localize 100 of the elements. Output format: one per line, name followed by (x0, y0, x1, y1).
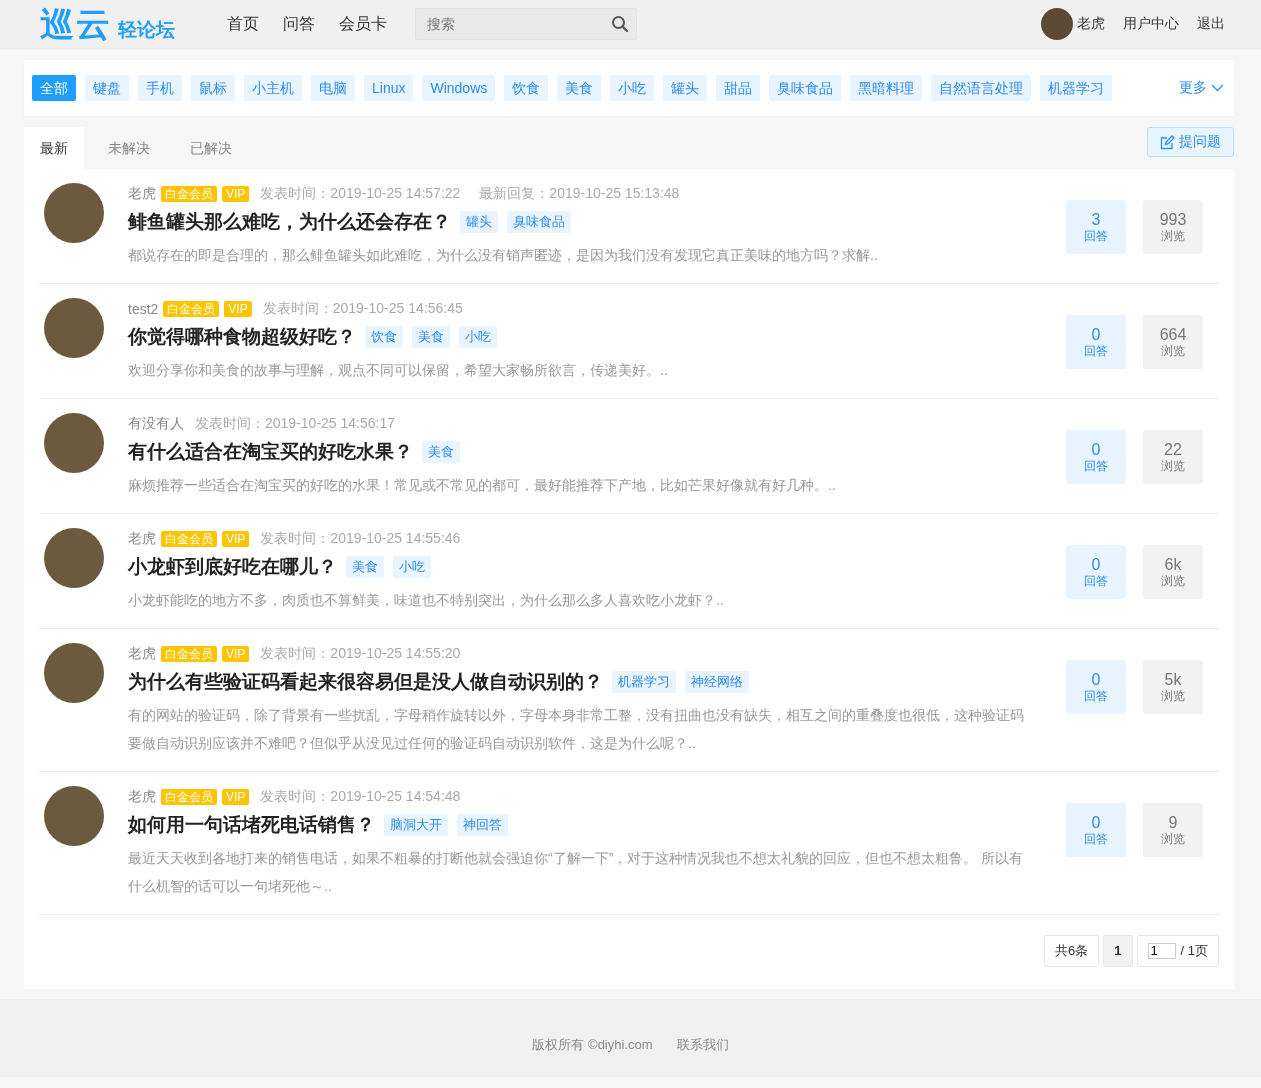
post-time: 发表时间：2019-10-25 14:57:22 (260, 185, 461, 203)
topic-tag[interactable]: 小吃 (393, 556, 431, 578)
count-number: 0 (1091, 555, 1101, 574)
question-title[interactable]: 鲱鱼罐头那么难吃，为什么还会存在？ (128, 209, 451, 235)
member-badge: VIP (222, 646, 250, 662)
question-title[interactable]: 小龙虾到底好吃在哪儿？ (128, 554, 337, 580)
page-number[interactable]: 1 (1103, 935, 1133, 967)
member-badge: VIP (222, 531, 250, 547)
question-title[interactable]: 你觉得哪种食物超级好吃？ (128, 324, 356, 350)
username-link[interactable]: 老虎 (1077, 15, 1105, 33)
topic-tag[interactable]: 神回答 (457, 814, 508, 836)
topic-tag[interactable]: 罐头 (460, 211, 498, 233)
author-link[interactable]: 老虎 (128, 185, 156, 203)
avatar[interactable] (44, 643, 104, 703)
avatar[interactable] (44, 413, 104, 473)
topic-tag[interactable]: 脑洞大开 (384, 814, 448, 836)
question-excerpt: 有的网站的验证码，除了背景有一些扰乱，字母稍作旋转以外，字母本身非常工整，没有扭曲也没有缺失，相互之间的重叠度也很低，这种验证码要做自动识别应该并不难吧？但似乎从没见过任何的验证码自动识别软件，这是为什么呢？.. (128, 706, 1025, 753)
member-badge: VIP (222, 186, 250, 202)
question-excerpt: 都说存在的即是合理的，那么鲱鱼罐头如此难吃，为什么没有销声匿迹，是因为我们没有发现它真正美味的地方吗？求解.. (128, 246, 879, 265)
ask-question-button[interactable]: 提问题 (1147, 127, 1234, 157)
author-link[interactable]: 老虎 (128, 788, 156, 806)
chevron-down-icon (1211, 84, 1224, 92)
tab[interactable]: 已解决 (174, 127, 248, 169)
avatar[interactable] (44, 298, 104, 358)
avatar[interactable] (44, 183, 104, 243)
post-time: 发表时间：2019-10-25 14:54:48 (260, 788, 461, 806)
member-badge: VIP (222, 789, 250, 805)
count-label: 回答 (1084, 688, 1108, 704)
author-link[interactable]: 有没有人 (128, 415, 184, 433)
topic-tag[interactable]: 饮食 (365, 326, 403, 348)
count-label: 浏览 (1161, 228, 1185, 244)
member-badge: VIP (224, 301, 252, 317)
question-title[interactable]: 为什么有些验证码看起来很容易但是没人做自动识别的？ (128, 669, 603, 695)
member-badge: 白金会员 (161, 646, 217, 662)
category-tag[interactable]: 键盘 (85, 75, 129, 101)
category-tag[interactable]: Linux (364, 75, 414, 101)
nav-link[interactable]: 会员卡 (339, 13, 387, 35)
logo-text: 轻论坛 (118, 18, 175, 42)
count-label: 浏览 (1161, 831, 1185, 847)
topic-tag[interactable]: 美食 (422, 441, 460, 463)
question-excerpt: 麻烦推荐一些适合在淘宝买的好吃的水果！常见或不常见的都可，最好能推荐下产地，比如芒果好像就有好几种。.. (128, 476, 837, 495)
category-tag[interactable]: 自然语言处理 (931, 75, 1032, 101)
page-input[interactable]: 1 (1147, 943, 1176, 959)
category-tag[interactable]: 饮食 (504, 75, 549, 101)
header-link[interactable]: 用户中心 (1123, 15, 1179, 33)
search-icon[interactable] (611, 15, 629, 33)
avatar[interactable] (44, 786, 104, 846)
category-tag[interactable]: 美食 (557, 75, 602, 101)
author-link[interactable]: test2 (128, 301, 159, 317)
category-tag[interactable]: 电脑 (311, 75, 355, 101)
edit-icon (1160, 134, 1175, 150)
count-label: 回答 (1084, 831, 1108, 847)
footer-link[interactable]: 联系我们 (676, 1036, 729, 1054)
category-tag[interactable]: 黑暗料理 (850, 75, 923, 101)
topic-tag[interactable]: 臭味食品 (507, 211, 571, 233)
count-number: 0 (1091, 440, 1101, 459)
tab[interactable]: 最新 (24, 127, 84, 169)
category-tag[interactable]: 鼠标 (191, 75, 235, 101)
count-number: 9 (1168, 813, 1178, 832)
post-time: 发表时间：2019-10-25 14:56:45 (262, 300, 463, 318)
author-link[interactable]: 老虎 (128, 645, 156, 663)
count-label: 回答 (1084, 458, 1108, 474)
avatar[interactable] (44, 528, 104, 588)
topic-tag[interactable]: 美食 (346, 556, 384, 578)
question-title[interactable]: 有什么适合在淘宝买的好吃水果？ (128, 439, 413, 465)
category-tag[interactable]: 机器学习 (1040, 75, 1113, 101)
logo[interactable]: 巡云 轻论坛 (40, 5, 175, 43)
topic-tag[interactable]: 机器学习 (612, 671, 676, 693)
member-badge: 白金会员 (163, 301, 220, 317)
category-tag[interactable]: 小吃 (610, 75, 655, 101)
count-label: 浏览 (1161, 573, 1185, 589)
category-tag[interactable]: 手机 (138, 75, 182, 101)
nav-link[interactable]: 首页 (227, 13, 259, 35)
footer-link[interactable]: 版权所有 ©diyhi.com (532, 1036, 653, 1054)
category-tag[interactable]: Windows (422, 75, 496, 101)
category-tag[interactable]: 甜品 (716, 75, 761, 101)
count-number: 0 (1091, 325, 1101, 344)
category-tag[interactable]: 罐头 (663, 75, 708, 101)
header-link[interactable]: 退出 (1197, 15, 1225, 33)
count-number: 0 (1091, 670, 1101, 689)
category-tag[interactable]: 臭味食品 (769, 75, 842, 101)
count-label: 浏览 (1161, 458, 1185, 474)
topic-tag[interactable]: 美食 (412, 326, 450, 348)
search-field[interactable]: 搜索 (415, 8, 637, 40)
count-number: 22 (1164, 440, 1182, 459)
question-title[interactable]: 如何用一句话堵死电话销售？ (128, 812, 375, 838)
topic-tag[interactable]: 神经网络 (685, 671, 749, 693)
member-badge: 白金会员 (161, 789, 217, 805)
more-link[interactable]: 更多 (1179, 79, 1224, 97)
post-time: 发表时间：2019-10-25 14:55:46 (260, 530, 461, 548)
topic-tag[interactable]: 小吃 (459, 326, 497, 348)
avatar[interactable] (1041, 8, 1073, 40)
count-label: 回答 (1084, 343, 1108, 359)
count-number: 5k (1164, 670, 1182, 689)
category-tag[interactable]: 小主机 (244, 75, 302, 101)
tab[interactable]: 未解决 (92, 127, 166, 169)
author-link[interactable]: 老虎 (128, 530, 156, 548)
nav-link[interactable]: 问答 (283, 13, 315, 35)
category-tag[interactable]: 全部 (32, 75, 76, 101)
count-label: 浏览 (1161, 343, 1185, 359)
